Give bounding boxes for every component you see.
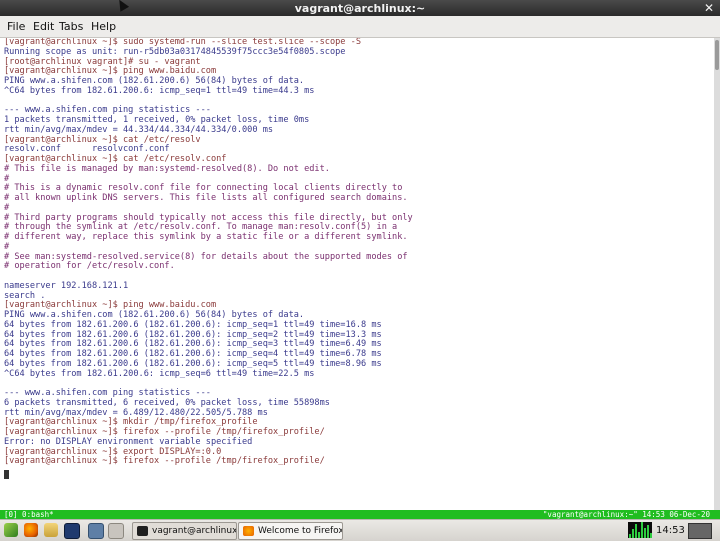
terminal-line: # all known uplink DNS servers. This fil… <box>4 193 408 203</box>
taskbar-item-firefox[interactable]: Welcome to Firefox <box>238 522 343 540</box>
terminal-line: nameserver 192.168.121.1 <box>4 280 129 291</box>
terminal-output: [vagrant@archlinux ~]$ sudo systemd-run … <box>4 38 413 467</box>
firefox-launcher-icon[interactable] <box>24 523 38 537</box>
window-titlebar[interactable]: vagrant@archlinux:~ ✕ <box>0 0 720 16</box>
file-manager-icon[interactable] <box>44 523 58 537</box>
workspace-icon[interactable] <box>108 523 124 539</box>
terminal-scrollbar[interactable] <box>714 38 720 510</box>
close-icon[interactable]: ✕ <box>704 1 714 15</box>
tmux-statusbar: [0] 0:bash* "vagrant@archlinux:~" 14:53 … <box>0 510 720 519</box>
tmux-window-list: [0] 0:bash* <box>4 510 54 519</box>
terminal-cursor <box>4 470 9 479</box>
show-desktop-icon[interactable] <box>88 523 104 539</box>
terminal-line: [vagrant@archlinux ~]$ firefox --profile… <box>4 456 325 467</box>
taskbar-item-terminal[interactable]: vagrant@archlinux:~ <box>132 522 237 540</box>
scrollbar-thumb[interactable] <box>715 40 719 70</box>
tmux-status-right: "vagrant@archlinux:~" 14:53 06-Dec-20 <box>542 510 710 519</box>
menu-edit[interactable]: Edit <box>33 16 54 37</box>
firefox-icon <box>243 525 254 536</box>
terminal-line: ^C64 bytes from 182.61.200.6: icmp_seq=6… <box>4 368 315 379</box>
app-menu-icon[interactable] <box>4 523 18 537</box>
terminal-launcher-icon[interactable] <box>64 523 80 539</box>
taskbar-item-label: Welcome to Firefox <box>258 526 343 536</box>
window-title: vagrant@archlinux:~ <box>294 2 426 15</box>
cpu-monitor-graph <box>628 522 652 538</box>
menu-file[interactable]: File <box>7 16 25 37</box>
terminal-icon <box>137 525 148 536</box>
network-icon[interactable] <box>688 523 712 539</box>
clock[interactable]: 14:53 <box>656 520 685 541</box>
terminal-line: # different way, replace this symlink by… <box>4 232 408 242</box>
taskbar: vagrant@archlinux:~ Welcome to Firefox 1… <box>0 519 720 541</box>
menu-help[interactable]: Help <box>91 16 116 37</box>
menubar: File Edit Tabs Help <box>0 16 720 38</box>
menu-tabs[interactable]: Tabs <box>59 16 83 37</box>
taskbar-item-label: vagrant@archlinux:~ <box>152 526 237 536</box>
terminal-line: ^C64 bytes from 182.61.200.6: icmp_seq=1… <box>4 85 315 96</box>
terminal-area[interactable]: [vagrant@archlinux ~]$ sudo systemd-run … <box>0 38 714 510</box>
terminal-line: # operation for /etc/resolv.conf. <box>4 261 175 272</box>
terminal-line: # This file is managed by man:systemd-re… <box>4 163 330 174</box>
